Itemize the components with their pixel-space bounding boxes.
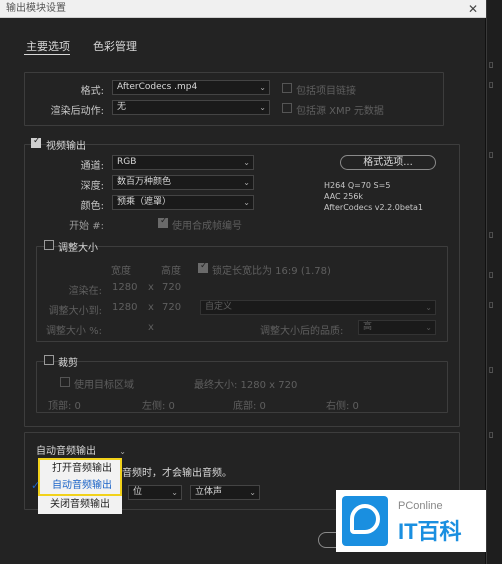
background-app-strip: ▯ ▯ ▯ ▯ ▯ ▯ ▯ ▯	[486, 0, 502, 564]
format-select[interactable]: AfterCodecs .mp4 ⌄	[112, 80, 270, 95]
post-render-select[interactable]: 无 ⌄	[112, 100, 270, 115]
audio-note: 音频时，才会输出音频。	[122, 468, 232, 479]
times-sign: x	[148, 302, 154, 313]
audio-mode-value: 自动音频输出	[36, 446, 96, 457]
include-xmp-label: 包括源 XMP 元数据	[296, 106, 384, 117]
format-options-button[interactable]: 格式选项...	[340, 155, 436, 170]
codec-info-line: AAC 256k	[324, 192, 364, 201]
active-tab-underline	[24, 54, 70, 55]
render-at-label: 渲染在:	[68, 286, 102, 297]
chevron-down-icon: ⌄	[425, 323, 432, 332]
format-label: 格式:	[80, 86, 104, 97]
resize-quality-select[interactable]: 高 ⌄	[358, 320, 436, 335]
crop-right: 右侧: 0	[326, 401, 359, 412]
crop-left: 左侧: 0	[142, 401, 175, 412]
height-header: 高度	[161, 266, 181, 277]
use-region-label: 使用目标区域	[74, 380, 134, 391]
crop-checkbox[interactable]	[44, 355, 54, 365]
times-sign: x	[148, 322, 154, 333]
chevron-down-icon: ⌄	[259, 83, 266, 92]
video-output-checkbox[interactable]	[31, 136, 41, 148]
depth-select[interactable]: 数百万种颜色 ⌄	[112, 175, 254, 190]
render-at-height: 720	[162, 282, 182, 293]
logo-bubble-shape	[350, 504, 380, 534]
chevron-down-icon: ⌄	[425, 303, 432, 312]
audio-channels-value: 立体声	[195, 487, 223, 497]
resize-quality-label: 调整大小后的品质:	[260, 326, 344, 337]
video-output-title: 视频输出	[46, 141, 86, 152]
strip-glyph: ▯	[489, 230, 494, 239]
chevron-down-icon: ⌄	[249, 488, 256, 497]
lock-aspect-label: 锁定长宽比为 16:9 (1.78)	[212, 266, 331, 277]
resize-percent-label: 调整大小 %:	[45, 326, 102, 337]
audio-bits-select[interactable]: 位 ⌄	[128, 485, 182, 500]
final-size-label: 最终大小: 1280 x 720	[194, 380, 298, 391]
codec-info: H264 Q=70 S=5 AAC 256k AfterCodecs v2.2.…	[324, 180, 423, 213]
crop-title: 裁剪	[58, 358, 78, 369]
audio-mode-menu-highlight: 打开音频输出 自动音频输出	[38, 458, 122, 496]
render-at-width: 1280	[112, 282, 138, 293]
color-value: 预乘（遮罩）	[117, 197, 172, 207]
pconline-logo-icon	[342, 496, 388, 546]
use-comp-frame-label: 使用合成帧编号	[172, 221, 242, 232]
menu-item-audio-on[interactable]: 打开音频输出	[40, 461, 120, 477]
tab-color-management[interactable]: 色彩管理	[93, 38, 137, 54]
chevron-down-icon: ⌄	[243, 178, 250, 187]
strip-glyph: ▯	[489, 80, 494, 89]
brand-small-text: PConline	[398, 500, 443, 512]
include-xmp-checkbox[interactable]	[282, 103, 292, 113]
start-frame-label: 开始 #:	[69, 221, 104, 232]
channel-label: 通道:	[80, 161, 104, 172]
strip-glyph: ▯	[489, 365, 494, 374]
brand-big-text: IT百科	[398, 519, 462, 544]
include-project-link-label: 包括项目链接	[296, 86, 356, 97]
post-render-label: 渲染后动作:	[50, 106, 104, 117]
resize-title: 调整大小	[58, 243, 98, 254]
chevron-down-icon: ⌄	[243, 198, 250, 207]
use-region-checkbox[interactable]	[60, 377, 70, 387]
menu-item-audio-auto[interactable]: 自动音频输出	[40, 478, 120, 494]
tab-main-options[interactable]: 主要选项	[26, 38, 70, 54]
color-select[interactable]: 预乘（遮罩） ⌄	[112, 195, 254, 210]
checkmark-icon: ✓	[31, 479, 41, 492]
resize-to-height[interactable]: 720	[162, 302, 181, 313]
use-comp-frame-checkbox[interactable]	[158, 216, 168, 228]
menu-item-audio-off[interactable]: 关闭音频输出	[38, 497, 122, 513]
chevron-down-icon: ⌄	[171, 488, 178, 497]
codec-info-line: AfterCodecs v2.2.0beta1	[324, 203, 424, 212]
include-project-link-checkbox[interactable]	[282, 83, 292, 93]
codec-info-line: H264 Q=70 S=5	[324, 181, 391, 190]
crop-top: 顶部: 0	[48, 401, 81, 412]
audio-channels-select[interactable]: 立体声 ⌄	[190, 485, 260, 500]
strip-glyph: ▯	[489, 150, 494, 159]
times-sign: x	[148, 282, 154, 293]
width-header: 宽度	[111, 266, 131, 277]
crop-bottom: 底部: 0	[233, 401, 266, 412]
audio-mode-menu-rest: 关闭音频输出	[38, 496, 122, 514]
resize-quality-value: 高	[363, 322, 373, 332]
window-titlebar: 输出模块设置 ✕	[0, 0, 486, 18]
chevron-down-icon: ⌄	[243, 158, 250, 167]
color-label: 颜色:	[80, 201, 104, 212]
strip-glyph: ▯	[489, 60, 494, 69]
close-icon[interactable]: ✕	[468, 0, 478, 18]
depth-label: 深度:	[80, 181, 104, 192]
depth-value: 数百万种颜色	[117, 177, 172, 187]
channel-select[interactable]: RGB ⌄	[112, 155, 254, 170]
strip-glyph: ▯	[489, 270, 494, 279]
audio-bits-value: 位	[133, 487, 143, 497]
format-value: AfterCodecs .mp4	[117, 82, 198, 92]
resize-checkbox[interactable]	[44, 240, 54, 250]
resize-to-width[interactable]: 1280	[112, 302, 137, 313]
channel-value: RGB	[117, 157, 137, 167]
chevron-down-icon: ⌄	[259, 103, 266, 112]
strip-glyph: ▯	[489, 300, 494, 309]
lock-aspect-checkbox[interactable]	[198, 261, 208, 273]
post-render-value: 无	[117, 102, 127, 112]
resize-preset-select[interactable]: 自定义 ⌄	[200, 300, 436, 315]
strip-glyph: ▯	[489, 430, 494, 439]
window-title: 输出模块设置	[6, 3, 66, 14]
resize-to-label: 调整大小到:	[48, 306, 102, 317]
resize-preset-value: 自定义	[205, 302, 233, 312]
